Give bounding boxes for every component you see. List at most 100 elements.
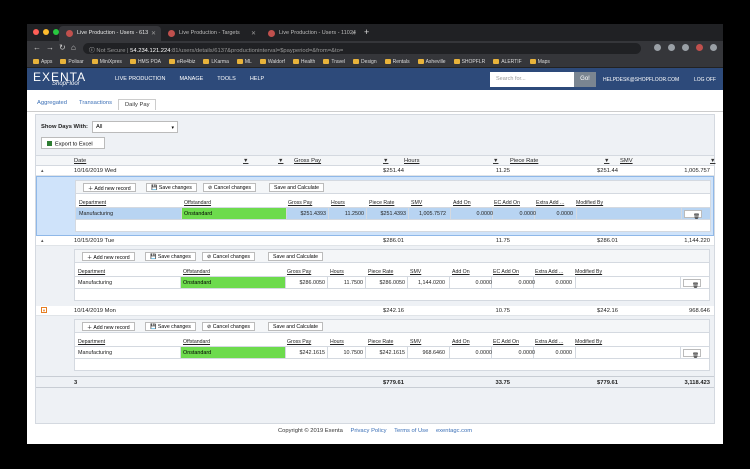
bookmark-item[interactable]: Maps — [529, 59, 550, 65]
detail-column-header[interactable]: Add On — [452, 269, 470, 275]
cancel-changes-button[interactable]: ⊘ Cancel changes — [202, 252, 255, 261]
add-new-record-button[interactable]: ＋ Add new record — [82, 252, 135, 261]
detail-column-header[interactable]: Offstandard — [184, 200, 211, 206]
detail-column-header[interactable]: Gross Pay — [287, 269, 311, 275]
home-icon[interactable]: ⌂ — [71, 43, 76, 52]
detail-column-header[interactable]: Department — [78, 339, 105, 345]
bookmark-item[interactable]: Asheville — [417, 59, 446, 65]
bookmark-item[interactable]: ML — [236, 59, 252, 65]
export-excel-button[interactable]: Export to Excel — [41, 137, 105, 149]
detail-column-header[interactable]: Offstandard — [183, 269, 210, 275]
bookmark-item[interactable]: Apps — [33, 59, 52, 65]
filter-icon[interactable]: ▼ — [604, 158, 609, 164]
detail-column-header[interactable]: Extra Add ... — [535, 269, 563, 275]
day-row[interactable]: ▴ 10/15/2019 Tue $286.01 11.75 $286.01 1,144.… — [36, 236, 714, 246]
bookmark-item[interactable]: Rentals — [384, 59, 410, 65]
column-header-hours[interactable]: Hours — [404, 158, 419, 164]
forward-icon[interactable]: → — [46, 43, 54, 52]
bookmark-item[interactable]: Polisar — [60, 59, 84, 65]
detail-column-header[interactable]: Modified By — [576, 200, 603, 206]
detail-column-header[interactable]: EC Add On — [493, 339, 519, 345]
tab-daily-pay[interactable]: Daily Pay — [118, 99, 157, 110]
delete-record-button[interactable]: 🗑 — [684, 210, 702, 220]
more-menu-icon[interactable] — [710, 44, 717, 51]
detail-column-header[interactable]: Extra Add ... — [536, 200, 564, 206]
close-tab-icon[interactable]: ✕ — [251, 30, 256, 37]
save-and-calculate-button[interactable]: Save and Calculate — [268, 322, 323, 331]
menu-live-production[interactable]: LIVE PRODUCTION — [115, 76, 165, 82]
logoff-link[interactable]: LOG OFF — [694, 77, 716, 83]
filter-icon[interactable]: ▼ — [383, 158, 388, 164]
delete-record-button[interactable]: 🗑 — [683, 279, 701, 289]
cancel-changes-button[interactable]: ⊘ Cancel changes — [203, 183, 256, 192]
reload-icon[interactable]: ↻ — [59, 43, 66, 52]
bookmark-item[interactable]: Travel — [323, 59, 345, 65]
detail-offstandard[interactable]: Onstandard — [182, 208, 286, 219]
save-and-calculate-button[interactable]: Save and Calculate — [269, 183, 324, 192]
detail-column-header[interactable]: Modified By — [575, 269, 602, 275]
minimize-window-button[interactable] — [43, 29, 49, 35]
detail-row[interactable]: Manufacturing Onstandard $286.0050 11.7500 $… — [75, 277, 709, 289]
filter-icon[interactable]: ▼ — [278, 158, 283, 164]
column-header-piece-rate[interactable]: Piece Rate — [510, 158, 538, 164]
detail-column-header[interactable]: Department — [78, 269, 105, 275]
detail-column-header[interactable]: SMV — [410, 269, 421, 275]
detail-column-header[interactable]: EC Add On — [494, 200, 520, 206]
detail-column-header[interactable]: SMV — [410, 339, 421, 345]
bookmark-item[interactable]: ALERTIF — [493, 59, 522, 65]
filter-icon[interactable]: ▼ — [710, 158, 715, 164]
close-window-button[interactable] — [33, 29, 39, 35]
detail-offstandard[interactable]: Onstandard — [181, 347, 285, 358]
bookmark-item[interactable]: Health — [292, 59, 315, 65]
show-days-select[interactable]: All ▾ — [92, 121, 178, 133]
add-new-record-button[interactable]: ＋ Add new record — [83, 183, 136, 192]
column-header-date[interactable]: Date — [74, 158, 86, 164]
collapse-toggle-icon[interactable]: ▴ — [41, 168, 44, 174]
bookmark-item[interactable]: MiniXpres — [91, 59, 122, 65]
detail-column-header[interactable]: Gross Pay — [288, 200, 312, 206]
menu-tools[interactable]: TOOLS — [217, 76, 236, 82]
bookmark-item[interactable]: Waldorf — [259, 59, 285, 65]
menu-help[interactable]: HELP — [250, 76, 264, 82]
detail-column-header[interactable]: Hours — [330, 339, 344, 345]
browser-tab-1[interactable]: Live Production - Users - 613 ✕ — [59, 26, 161, 41]
extension-icon[interactable] — [654, 44, 661, 51]
collapse-toggle-icon[interactable]: ▴ — [41, 238, 44, 244]
detail-column-header[interactable]: Hours — [331, 200, 345, 206]
close-tab-icon[interactable]: ✕ — [151, 30, 156, 37]
delete-record-button[interactable]: 🗑 — [683, 349, 701, 359]
bookmark-item[interactable]: eRe4biz — [169, 59, 195, 65]
url-field[interactable]: ⓘ Not Secure | 54.234.121.224:81/users/d… — [83, 43, 641, 54]
detail-column-header[interactable]: Add On — [452, 339, 470, 345]
go-button[interactable]: Go! — [574, 72, 596, 87]
detail-column-header[interactable]: Modified By — [575, 339, 602, 345]
detail-row[interactable]: Manufacturing Onstandard $242.1615 10.7500 $… — [75, 347, 709, 359]
day-row[interactable]: ▴ 10/16/2019 Wed $251.44 11.25 $251.44 1,005.… — [36, 166, 714, 176]
detail-column-header[interactable]: EC Add On — [493, 269, 519, 275]
detail-column-header[interactable]: SMV — [411, 200, 422, 206]
detail-column-header[interactable]: Piece Rate — [369, 200, 394, 206]
column-header-smv[interactable]: SMV — [620, 158, 633, 164]
detail-offstandard[interactable]: Onstandard — [181, 277, 285, 288]
detail-column-header[interactable]: Hours — [330, 269, 344, 275]
detail-column-header[interactable]: Piece Rate — [368, 339, 393, 345]
menu-manage[interactable]: MANAGE — [179, 76, 203, 82]
detail-row[interactable]: Manufacturing Onstandard $251.4393 11.2500 $… — [76, 208, 710, 220]
bookmark-item[interactable]: LKarma — [203, 59, 229, 65]
profile-avatar[interactable] — [696, 44, 703, 51]
detail-column-header[interactable]: Gross Pay — [287, 339, 311, 345]
helpdesk-link[interactable]: HELPDESK@SHOPFLOOR.COM — [603, 77, 679, 83]
detail-column-header[interactable]: Department — [79, 200, 106, 206]
back-icon[interactable]: ← — [33, 43, 41, 52]
search-input[interactable]: Search for... — [490, 72, 574, 87]
save-changes-button[interactable]: 💾 Save changes — [146, 183, 197, 192]
bookmark-item[interactable]: HMS POA — [129, 59, 161, 65]
browser-tab-3[interactable]: Live Production - Users - 11024 ✕ — [261, 26, 361, 41]
cancel-changes-button[interactable]: ⊘ Cancel changes — [202, 322, 255, 331]
collapse-toggle-icon[interactable]: ▾ — [41, 307, 47, 313]
terms-link[interactable]: Terms of Use — [394, 428, 428, 434]
detail-column-header[interactable]: Add On — [453, 200, 471, 206]
filter-icon[interactable]: ▼ — [493, 158, 498, 164]
tab-aggregated[interactable]: Aggregated — [37, 100, 67, 106]
add-new-record-button[interactable]: ＋ Add new record — [82, 322, 135, 331]
